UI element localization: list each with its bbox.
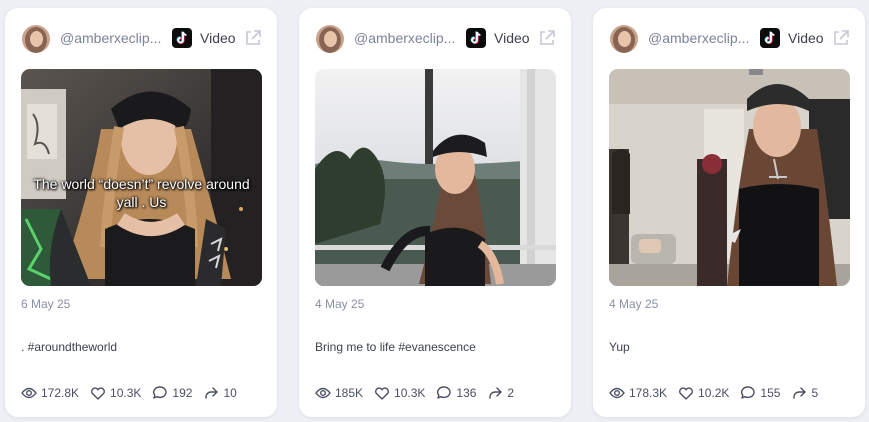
video-thumbnail[interactable]: [609, 69, 850, 286]
avatar[interactable]: [316, 25, 344, 53]
heart-icon: [375, 387, 390, 400]
views-count: 178.3K: [629, 386, 668, 400]
shares-stat: 2: [487, 385, 514, 401]
engagement-stats: 172.8K 10.3K 192 10: [21, 385, 248, 401]
eye-icon: [21, 387, 37, 399]
eye-icon: [609, 387, 625, 399]
views-count: 172.8K: [41, 386, 80, 400]
external-link-icon[interactable]: [244, 29, 262, 47]
post-caption: Yup: [609, 340, 630, 354]
comments-stat: 155: [740, 385, 780, 401]
video-thumbnail[interactable]: [315, 69, 556, 286]
external-link-icon[interactable]: [832, 29, 850, 47]
shares-count: 10: [223, 386, 237, 400]
views-stat: 178.3K: [609, 385, 667, 401]
likes-count: 10.3K: [110, 386, 142, 400]
share-icon: [793, 387, 807, 399]
avatar[interactable]: [22, 25, 50, 53]
heart-icon: [91, 387, 106, 400]
video-thumbnail[interactable]: The world “doesn’t” revolve around yall …: [21, 69, 262, 286]
external-link-icon[interactable]: [538, 29, 556, 47]
share-icon: [205, 387, 219, 399]
comments-count: 192: [172, 386, 193, 400]
post-card[interactable]: @amberxeclip... Video 4 May 25 Yup 178.3…: [593, 8, 865, 417]
post-card[interactable]: @amberxeclip... Video 4 May 25 Bring me …: [299, 8, 571, 417]
video-overlay-text: The world “doesn’t” revolve around yall …: [33, 176, 250, 210]
post-card[interactable]: @amberxeclip... Video The world “doesn’t…: [5, 8, 277, 417]
views-stat: 172.8K: [21, 385, 79, 401]
post-date: 4 May 25: [315, 297, 365, 311]
engagement-stats: 185K 10.3K 136 2: [315, 385, 525, 401]
comment-icon: [741, 386, 756, 399]
likes-stat: 10.3K: [374, 385, 425, 401]
engagement-stats: 178.3K 10.2K 155 5: [609, 385, 829, 401]
post-caption: . #aroundtheworld: [21, 340, 118, 354]
share-icon: [489, 387, 503, 399]
shares-count: 2: [507, 386, 515, 400]
comments-stat: 136: [436, 385, 476, 401]
tiktok-icon: [466, 28, 486, 48]
likes-stat: 10.2K: [678, 385, 729, 401]
views-count: 185K: [335, 386, 364, 400]
tiktok-icon: [172, 28, 192, 48]
platform-label: Video: [494, 30, 530, 46]
comment-icon: [153, 386, 168, 399]
author-handle[interactable]: @amberxeclip...: [354, 30, 455, 46]
comments-count: 136: [456, 386, 477, 400]
shares-count: 5: [811, 386, 819, 400]
post-date: 4 May 25: [609, 297, 659, 311]
avatar[interactable]: [610, 25, 638, 53]
post-date: 6 May 25: [21, 297, 71, 311]
author-handle[interactable]: @amberxeclip...: [648, 30, 749, 46]
shares-stat: 10: [203, 385, 237, 401]
comments-count: 155: [760, 386, 781, 400]
tiktok-icon: [760, 28, 780, 48]
shares-stat: 5: [791, 385, 818, 401]
comment-icon: [437, 386, 452, 399]
eye-icon: [315, 387, 331, 399]
likes-stat: 10.3K: [90, 385, 141, 401]
platform-label: Video: [200, 30, 236, 46]
post-caption: Bring me to life #evanescence: [315, 340, 476, 354]
views-stat: 185K: [315, 385, 363, 401]
likes-count: 10.2K: [698, 386, 730, 400]
author-handle[interactable]: @amberxeclip...: [60, 30, 161, 46]
likes-count: 10.3K: [394, 386, 426, 400]
platform-label: Video: [788, 30, 824, 46]
heart-icon: [679, 387, 694, 400]
comments-stat: 192: [152, 385, 192, 401]
